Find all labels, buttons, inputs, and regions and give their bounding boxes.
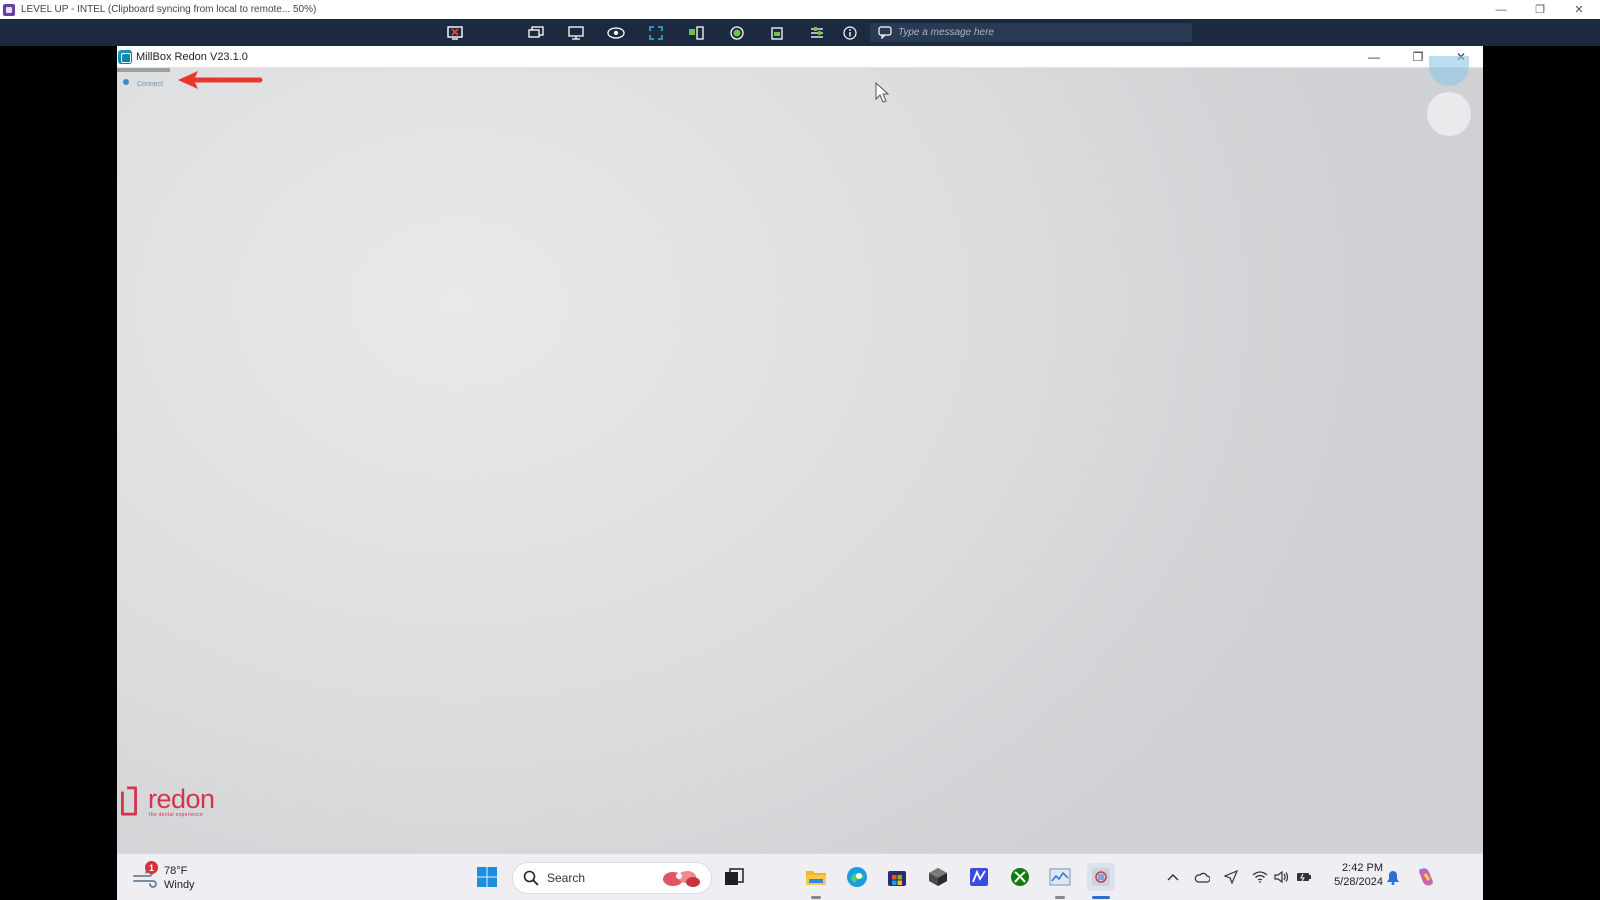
redon-mark-icon <box>121 786 137 816</box>
task-view-icon[interactable] <box>720 863 748 891</box>
tiny-menu-label: Connect <box>137 81 164 88</box>
weather-alert-badge: 1 <box>145 861 158 874</box>
volume-icon[interactable] <box>1273 868 1291 886</box>
record-icon[interactable] <box>727 23 747 42</box>
red-arrow-annotation <box>178 71 263 89</box>
switch-monitor-icon[interactable] <box>526 23 546 42</box>
remote-minimize-button[interactable]: — <box>1353 46 1395 68</box>
tiny-menu-item[interactable]: Connect <box>123 76 163 88</box>
info-icon[interactable] <box>840 23 860 42</box>
taskbar: 1 78°F Windy Search 2:42 PM 5/28/2024 <box>117 853 1483 900</box>
redon-tagline: the dental experience <box>149 812 204 818</box>
file-transfer-icon[interactable] <box>686 23 706 42</box>
clock-time: 2:42 PM <box>1342 862 1383 874</box>
weather-condition: Windy <box>164 879 195 891</box>
battery-plug-icon[interactable] <box>1295 868 1313 886</box>
display-icon[interactable] <box>566 23 586 42</box>
remote-app-icon <box>3 3 15 16</box>
remote-window: MillBox Redon V23.1.0 — ❐ ✕ Connect <box>117 46 1483 900</box>
millbox-app-icon <box>118 49 132 64</box>
file-explorer-icon[interactable] <box>802 863 830 891</box>
clock-date: 5/28/2024 <box>1334 876 1383 888</box>
weather-temperature: 78°F <box>164 865 188 877</box>
mouse-cursor-icon <box>875 82 890 103</box>
copilot-icon[interactable] <box>1414 865 1438 889</box>
taskbar-search-box[interactable]: Search <box>512 862 712 894</box>
search-label: Search <box>547 871 586 885</box>
app-splash-area: Connect redon the dental experience <box>117 56 1483 853</box>
end-session-icon[interactable] <box>445 23 465 42</box>
decorative-circle <box>1427 92 1471 136</box>
xbox-icon[interactable] <box>1006 863 1034 891</box>
system-clock[interactable]: 2:42 PM 5/28/2024 <box>1323 862 1383 888</box>
mathcad-app-icon[interactable] <box>965 863 993 891</box>
edge-browser-icon[interactable] <box>843 863 871 891</box>
3d-app-icon[interactable] <box>924 863 952 891</box>
remote-window-titlebar[interactable]: MillBox Redon V23.1.0 — ❐ ✕ <box>117 46 1483 68</box>
start-windows-icon[interactable] <box>473 863 501 891</box>
remote-toolbar <box>0 19 1600 46</box>
view-eye-icon[interactable] <box>606 23 626 42</box>
millbox-taskbar-icon[interactable] <box>1087 863 1115 891</box>
redon-logo: redon the dental experience <box>119 786 215 818</box>
explorer-running-indicator <box>811 896 821 899</box>
tray-overflow-chevron-icon[interactable] <box>1164 868 1182 886</box>
weather-widget[interactable]: 1 78°F Windy <box>133 859 213 895</box>
microsoft-store-icon[interactable] <box>883 863 911 891</box>
host-titlebar[interactable]: LEVEL UP - INTEL (Clipboard syncing from… <box>0 0 1600 19</box>
clipboard-icon[interactable] <box>767 23 787 42</box>
onedrive-cloud-icon[interactable] <box>1193 868 1211 886</box>
chat-message-input[interactable] <box>898 27 1188 38</box>
wifi-icon[interactable] <box>1251 868 1269 886</box>
location-arrow-icon[interactable] <box>1222 868 1240 886</box>
status-dot-icon <box>123 79 129 85</box>
host-restore-button[interactable]: ❐ <box>1522 0 1558 19</box>
host-close-button[interactable]: ✕ <box>1561 0 1597 19</box>
search-highlight-art-icon <box>663 871 700 887</box>
host-window-title: LEVEL UP - INTEL (Clipboard syncing from… <box>21 4 317 15</box>
decorative-bubble <box>1429 56 1469 86</box>
performance-monitor-icon[interactable] <box>1046 863 1074 891</box>
chat-message-box[interactable] <box>870 23 1192 42</box>
host-minimize-button[interactable]: — <box>1483 0 1519 19</box>
notification-bell-icon[interactable] <box>1384 868 1402 886</box>
screen: LEVEL UP - INTEL (Clipboard syncing from… <box>0 0 1600 900</box>
chat-icon <box>878 26 892 44</box>
remote-window-title: MillBox Redon V23.1.0 <box>136 50 248 63</box>
fullscreen-icon[interactable] <box>646 23 666 42</box>
search-icon <box>523 870 539 886</box>
loading-strip <box>117 68 170 72</box>
redon-wordmark: redon <box>148 784 215 814</box>
perfmon-running-indicator <box>1055 896 1065 899</box>
settings-list-icon[interactable] <box>807 23 827 42</box>
millbox-active-indicator <box>1092 896 1110 899</box>
